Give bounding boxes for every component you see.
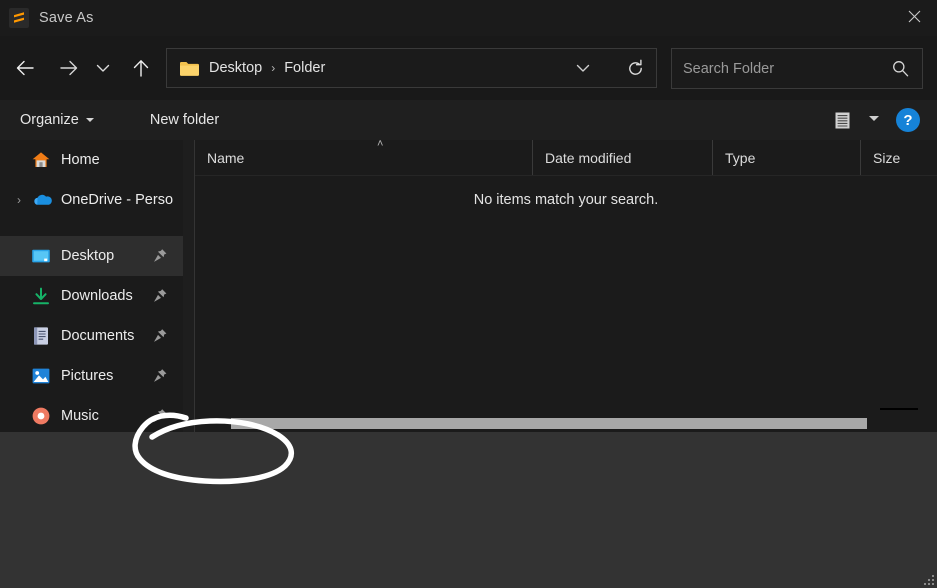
breadcrumb-item-desktop[interactable]: Desktop (209, 60, 262, 76)
forward-arrow-icon[interactable] (50, 49, 88, 87)
horizontal-scrollbar-thumb[interactable] (231, 418, 867, 429)
pin-icon[interactable] (153, 329, 167, 344)
column-header-size[interactable]: Size (860, 140, 937, 175)
sidebar-item-label: Desktop (61, 248, 115, 264)
view-chevron-down-icon[interactable] (869, 116, 879, 121)
file-list: Name ˄ Date modified Type Size No items … (195, 138, 937, 432)
sublime-text-icon (9, 8, 29, 28)
sidebar-item-downloads[interactable]: Downloads (0, 276, 183, 316)
organize-label: Organize (20, 112, 79, 128)
pin-icon[interactable] (153, 249, 167, 264)
view-layout-icon[interactable] (827, 105, 857, 135)
empty-state-message: No items match your search. (473, 192, 659, 208)
documents-icon (30, 325, 52, 347)
music-icon (30, 405, 52, 427)
search-placeholder: Search Folder (683, 60, 775, 77)
sidebar-item-documents[interactable]: Documents (0, 316, 183, 356)
sidebar-item-onedrive[interactable]: › OneDrive - Perso (0, 180, 183, 220)
pin-icon[interactable] (153, 409, 167, 424)
sidebar-item-label: Pictures (61, 368, 114, 384)
column-header-label: Type (725, 149, 756, 166)
title-bar: Save As (0, 0, 937, 36)
save-as-dialog: Save As Desktop › Folder Search Folder O… (0, 0, 937, 588)
sidebar-item-label: Documents (61, 328, 135, 344)
organize-button[interactable]: Organize (14, 108, 100, 132)
home-icon (30, 149, 52, 171)
column-header-type[interactable]: Type (712, 140, 860, 175)
onedrive-icon (30, 189, 52, 211)
vertical-scrollbar-mark (880, 408, 918, 410)
sidebar-item-label: Home (61, 152, 100, 168)
folder-icon (179, 60, 200, 77)
chevron-right-icon[interactable]: › (8, 193, 30, 207)
column-header-label: Size (873, 149, 901, 166)
breadcrumb-item-folder[interactable]: Folder (284, 60, 325, 76)
close-icon[interactable] (891, 0, 937, 33)
window-title: Save As (39, 10, 94, 26)
sidebar-item-pictures[interactable]: Pictures (0, 356, 183, 396)
breadcrumb-separator: › (271, 61, 276, 75)
column-header-name[interactable]: Name ˄ (195, 138, 532, 175)
help-button[interactable]: ? (896, 108, 920, 132)
back-arrow-icon[interactable] (6, 49, 44, 87)
new-folder-button[interactable]: New folder (144, 108, 225, 132)
sidebar-item-label: Downloads (61, 288, 133, 304)
save-form: File name: miPrograma.html Save as type:… (0, 432, 937, 532)
column-header-label: Date modified (545, 149, 632, 166)
column-header-date-modified[interactable]: Date modified (532, 140, 712, 175)
sidebar-item-home[interactable]: Home (0, 140, 183, 180)
sidebar-item-label: Music (61, 408, 99, 424)
pin-icon[interactable] (153, 289, 167, 304)
search-icon[interactable] (892, 60, 909, 77)
sidebar-item-desktop[interactable]: Desktop (0, 236, 183, 276)
dialog-footer: Hide Folders Save Cancel (0, 532, 937, 588)
up-arrow-icon[interactable] (122, 49, 160, 87)
sidebar-scrollbar[interactable] (174, 140, 181, 439)
search-input[interactable]: Search Folder (671, 48, 923, 89)
column-header-row: Name ˄ Date modified Type Size (195, 138, 937, 175)
pictures-icon (30, 365, 52, 387)
column-header-rule (195, 175, 937, 176)
command-bar: Organize New folder ? (0, 100, 937, 140)
pin-icon[interactable] (153, 369, 167, 384)
sort-ascending-icon: ˄ (377, 138, 384, 150)
recent-locations-chevron-down-icon[interactable] (88, 49, 118, 87)
sidebar-item-label: OneDrive - Perso (61, 192, 174, 208)
chevron-down-icon (85, 118, 94, 122)
resize-grip[interactable] (922, 573, 934, 585)
navigation-sidebar: Home › OneDrive - Perso Desktop Download… (0, 140, 183, 439)
downloads-icon (30, 285, 52, 307)
column-header-label: Name (207, 149, 245, 166)
desktop-icon (30, 245, 52, 267)
sidebar-item-music[interactable]: Music (0, 396, 183, 436)
address-chevron-down-icon[interactable] (566, 49, 600, 87)
address-bar[interactable]: Desktop › Folder (166, 48, 657, 88)
refresh-icon[interactable] (617, 50, 653, 86)
